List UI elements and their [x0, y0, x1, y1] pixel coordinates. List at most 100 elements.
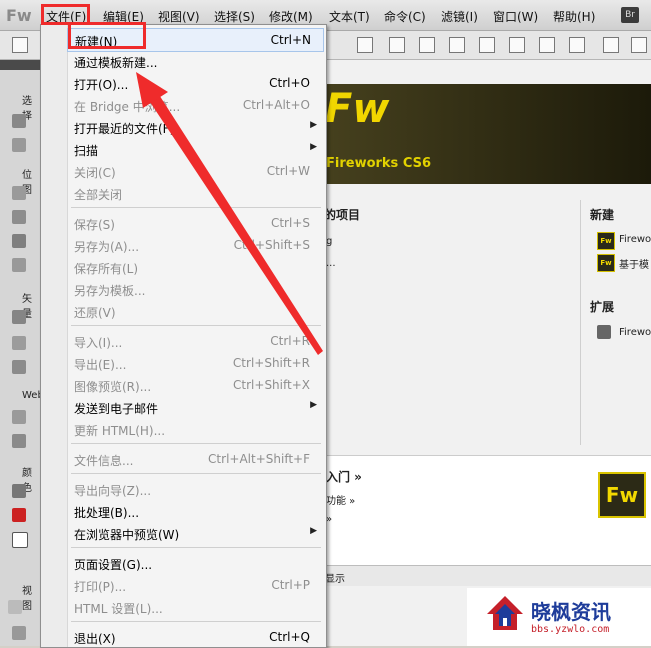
menu-view[interactable]: 视图(V): [158, 8, 200, 25]
file-menu-dropdown: 新建(N) Ctrl+N 通过模板新建... 打开(O)... Ctrl+O 在…: [40, 24, 327, 648]
align-icon[interactable]: [539, 37, 555, 53]
menu-item-export-wizard[interactable]: 导出向导(Z)...: [67, 478, 322, 500]
menu-item-label: HTML 设置(L)...: [74, 602, 163, 616]
menu-item-close[interactable]: 关闭(C) Ctrl+W: [67, 160, 322, 182]
menu-item-label: 扫描: [74, 144, 99, 158]
brush-tool-icon[interactable]: [12, 234, 26, 248]
menu-text[interactable]: 文本(T): [329, 8, 370, 25]
menu-item-preview-in-browser[interactable]: 在浏览器中预览(W) ▶: [67, 522, 322, 544]
menu-item-export[interactable]: 导出(E)... Ctrl+Shift+R: [67, 352, 322, 374]
flip-icon[interactable]: [603, 37, 619, 53]
menu-item-open-recent[interactable]: 打开最近的文件(F) ▶: [67, 116, 322, 138]
bridge-button[interactable]: Br: [621, 7, 639, 23]
fill-color-icon[interactable]: [12, 532, 28, 548]
submenu-arrow-icon: ▶: [310, 526, 317, 536]
menu-item-exit[interactable]: 退出(X) Ctrl+Q: [67, 626, 322, 648]
standard-view-icon[interactable]: [8, 600, 22, 614]
fw-file-icon-label: Fw: [600, 237, 612, 245]
menu-item-save[interactable]: 保存(S) Ctrl+S: [67, 212, 322, 234]
menu-item-shortcut: Ctrl+O: [269, 76, 310, 90]
menu-item-send-email[interactable]: 发送到电子邮件 ▶: [67, 396, 322, 418]
menu-separator: [71, 207, 321, 208]
menu-item-label: 更新 HTML(H)...: [74, 424, 166, 438]
menu-select[interactable]: 选择(S): [214, 8, 255, 25]
menu-item-save-all[interactable]: 保存所有(L): [67, 256, 322, 278]
menu-item-save-as-template[interactable]: 另存为模板...: [67, 278, 322, 300]
menu-item-label: 全部关闭: [74, 188, 123, 202]
menu-modify[interactable]: 修改(M): [269, 8, 313, 25]
menu-item-shortcut: Ctrl+Alt+O: [242, 98, 310, 112]
ungroup-icon[interactable]: [389, 37, 405, 53]
fw-template-icon-label: Fw: [600, 259, 612, 267]
new-section-title: 新建: [590, 208, 615, 222]
menu-item-close-all[interactable]: 全部关闭: [67, 182, 322, 204]
menu-item-scan[interactable]: 扫描 ▶: [67, 138, 322, 160]
menu-item-label: 在 Bridge 中浏览...: [74, 100, 181, 114]
pointer-tool-icon[interactable]: [12, 114, 26, 128]
menu-item-update-html[interactable]: 更新 HTML(H)...: [67, 418, 322, 440]
menu-commands[interactable]: 命令(C): [384, 8, 426, 25]
menu-filters[interactable]: 滤镜(I): [441, 8, 478, 25]
menu-item-html-setup[interactable]: HTML 设置(L)...: [67, 596, 322, 618]
menu-item-label: 保存(S): [74, 218, 115, 232]
menu-item-new-from-template[interactable]: 通过模板新建...: [67, 50, 322, 72]
menu-item-shortcut: Ctrl+Shift+R: [232, 356, 310, 370]
menu-window[interactable]: 窗口(W): [493, 8, 538, 25]
menu-item-import[interactable]: 导入(I)... Ctrl+R: [67, 330, 322, 352]
dont-show-again-label[interactable]: 显示: [325, 570, 345, 585]
menu-item-print[interactable]: 打印(P)... Ctrl+P: [67, 574, 322, 596]
menu-item-image-preview[interactable]: 图像预览(R)... Ctrl+Shift+X: [67, 374, 322, 396]
getting-started-link[interactable]: 入门 »: [326, 468, 362, 485]
hand-tool-icon[interactable]: [12, 626, 26, 640]
marquee-tool-icon[interactable]: [12, 186, 26, 200]
menu-item-browse-in-bridge[interactable]: 在 Bridge 中浏览... Ctrl+Alt+O: [67, 94, 322, 116]
extend-item[interactable]: Firewo: [619, 327, 651, 338]
pen-tool-icon[interactable]: [12, 360, 26, 374]
group-icon[interactable]: [357, 37, 373, 53]
send-back-icon[interactable]: [509, 37, 525, 53]
menu-item-shortcut: Ctrl+W: [266, 164, 310, 178]
split-icon[interactable]: [449, 37, 465, 53]
menu-item-label: 另存为模板...: [74, 284, 146, 298]
house-logo-icon: [487, 596, 523, 630]
menu-item-label: 导出向导(Z)...: [74, 484, 152, 498]
menu-item-label: 还原(V): [74, 306, 116, 320]
menu-item-shortcut: Ctrl+P: [271, 578, 310, 592]
rotate-icon[interactable]: [569, 37, 585, 53]
scale-tool-icon[interactable]: [12, 138, 26, 152]
menu-item-label: 发送到电子邮件: [74, 402, 159, 416]
bring-front-icon[interactable]: [479, 37, 495, 53]
new-item[interactable]: 基于模: [619, 256, 649, 271]
fireworks-logo-label: Fw: [605, 483, 639, 507]
new-item[interactable]: Firewo: [619, 234, 651, 245]
site-watermark: 晓枫资讯 bbs.yzwlo.com: [467, 588, 651, 646]
hotspot-tool-icon[interactable]: [12, 410, 26, 424]
menu-separator: [71, 473, 321, 474]
menu-icon-gutter: [41, 25, 68, 647]
flip-vertical-icon[interactable]: [631, 37, 647, 53]
menu-item-open[interactable]: 打开(O)... Ctrl+O: [67, 72, 322, 94]
fw-file-icon: Fw: [597, 232, 615, 250]
stroke-color-icon[interactable]: [12, 508, 26, 522]
menu-item-label: 关闭(C): [74, 166, 116, 180]
menu-item-page-setup[interactable]: 页面设置(G)...: [67, 552, 322, 574]
recent-item[interactable]: ...: [326, 258, 336, 269]
menu-item-save-as[interactable]: 另存为(A)... Ctrl+Shift+S: [67, 234, 322, 256]
menu-item-revert[interactable]: 还原(V): [67, 300, 322, 322]
rectangle-tool-icon[interactable]: [12, 336, 26, 350]
join-icon[interactable]: [419, 37, 435, 53]
new-document-icon[interactable]: [12, 37, 28, 53]
slice-tool-icon[interactable]: [12, 434, 26, 448]
extension-icon: [597, 325, 611, 339]
blur-tool-icon[interactable]: [12, 258, 26, 272]
menu-item-label: 页面设置(G)...: [74, 558, 153, 572]
menu-item-file-info[interactable]: 文件信息... Ctrl+Alt+Shift+F: [67, 448, 322, 470]
menu-item-label: 导入(I)...: [74, 336, 123, 350]
eyedropper-tool-icon[interactable]: [12, 484, 26, 498]
menu-item-shortcut: Ctrl+Q: [269, 630, 310, 644]
new-features-link[interactable]: 功能 »: [326, 492, 355, 507]
menu-help[interactable]: 帮助(H): [553, 8, 595, 25]
magic-wand-icon[interactable]: [12, 210, 26, 224]
menu-item-batch-process[interactable]: 批处理(B)...: [67, 500, 322, 522]
line-tool-icon[interactable]: [12, 310, 26, 324]
